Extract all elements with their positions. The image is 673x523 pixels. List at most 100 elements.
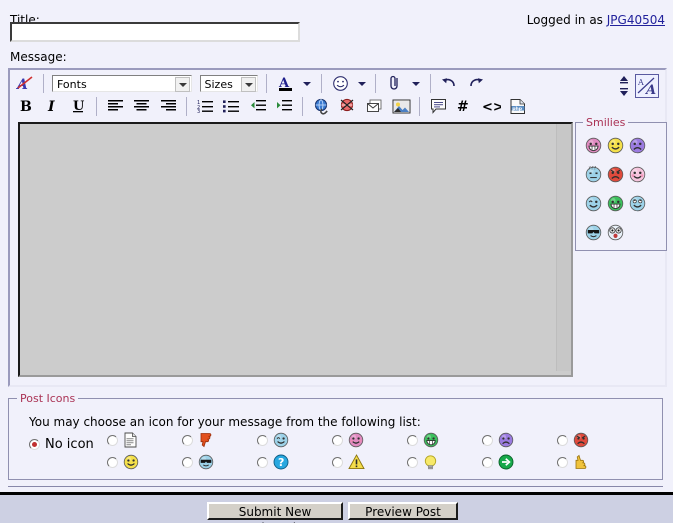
blush-icon[interactable] (348, 432, 364, 448)
bold-icon[interactable]: B (14, 96, 36, 117)
post-icon-arrow[interactable] (482, 454, 557, 476)
smilie-big-grin[interactable] (582, 137, 604, 163)
post-icon-redface[interactable] (332, 432, 407, 454)
smilie-redface[interactable] (626, 166, 648, 192)
post-icon-option-none[interactable]: No icon (29, 437, 94, 452)
smilie-frown[interactable] (626, 137, 648, 163)
cool-icon[interactable] (198, 454, 214, 470)
broken-link-icon[interactable] (337, 96, 359, 117)
radio-wink[interactable] (257, 434, 268, 446)
message-scrollbar[interactable] (556, 124, 571, 371)
unordered-list-icon[interactable] (221, 96, 243, 117)
post-icon-thumbsup[interactable] (557, 454, 632, 476)
post-icon-post[interactable] (107, 432, 182, 454)
underline-icon[interactable]: U (67, 96, 89, 117)
ordered-list-icon[interactable]: 1 2 3 (194, 96, 216, 117)
question-icon[interactable]: ? (273, 454, 289, 470)
message-textarea[interactable] (18, 122, 573, 377)
align-center-icon[interactable] (131, 96, 153, 117)
indent-icon[interactable] (274, 96, 296, 117)
editor-resize-spinner[interactable] (617, 74, 631, 98)
paperclip-icon[interactable] (384, 73, 406, 94)
fonts-select[interactable]: Fonts (52, 75, 192, 92)
smilie-icon[interactable] (329, 73, 351, 94)
smilie-wink[interactable] (582, 195, 604, 221)
radio-teeth[interactable] (407, 434, 418, 446)
document-icon[interactable] (123, 432, 138, 448)
toggle-editor-mode-button[interactable]: A A (635, 74, 659, 98)
post-icon-thumbsdown[interactable] (182, 432, 257, 454)
radio-cool[interactable] (182, 456, 193, 468)
radio-frown[interactable] (482, 434, 493, 446)
post-icon-smile[interactable] (107, 454, 182, 476)
smilie-rolleyes[interactable] (626, 195, 648, 221)
toolbar-row-2: B I U 1 2 3 # <> php (14, 96, 530, 118)
post-icon-question[interactable]: ? (257, 454, 332, 476)
php-icon[interactable]: php (507, 96, 529, 117)
image-icon[interactable] (390, 96, 412, 117)
smilie-cool[interactable] (582, 224, 604, 250)
post-icon-column: ? (257, 432, 332, 476)
radio-no-icon[interactable] (29, 439, 40, 450)
post-icons-legend: Post Icons (17, 392, 79, 405)
smilie-smile[interactable] (604, 137, 626, 163)
footer-divider (8, 486, 663, 487)
smilie-confused[interactable]: ??? (582, 166, 604, 192)
undo-icon[interactable] (438, 73, 460, 94)
email-icon[interactable] (364, 96, 386, 117)
green-arrow-icon[interactable] (498, 454, 514, 470)
post-icon-biggrin[interactable] (407, 432, 482, 454)
align-right-icon[interactable] (157, 96, 179, 117)
logged-in-username-link[interactable]: JPG40504 (607, 13, 665, 27)
radio-thumbs-up[interactable] (557, 456, 568, 468)
smilie-eek[interactable] (604, 224, 626, 250)
frown-icon[interactable] (498, 432, 514, 448)
thumbs-down-icon[interactable] (198, 433, 214, 448)
post-icon-frown[interactable] (482, 432, 557, 454)
sizes-select[interactable]: Sizes (199, 75, 258, 92)
redo-icon[interactable] (465, 73, 487, 94)
radio-thumbs-down[interactable] (182, 434, 193, 446)
outdent-icon[interactable] (247, 96, 269, 117)
font-color-chevron-down-icon[interactable] (301, 73, 313, 94)
attachment-chevron-down-icon[interactable] (410, 73, 422, 94)
post-icon-wink[interactable] (257, 432, 332, 454)
thumbs-up-icon[interactable] (573, 454, 589, 469)
hash-icon[interactable]: # (454, 96, 476, 117)
align-left-icon[interactable] (104, 96, 126, 117)
radio-blush[interactable] (332, 434, 343, 446)
globe-link-icon[interactable] (311, 96, 333, 117)
quote-icon[interactable] (427, 96, 449, 117)
smilie-biggrin[interactable] (604, 195, 626, 221)
angle-brackets-icon[interactable]: <> (480, 96, 502, 117)
radio-green-arrow[interactable] (482, 456, 493, 468)
lightbulb-icon[interactable] (423, 455, 438, 470)
toolbar-separator (320, 74, 323, 93)
footer-bar: Submit New Thread Preview Post (0, 492, 673, 523)
italic-icon[interactable]: I (41, 96, 63, 117)
radio-lightbulb[interactable] (407, 457, 418, 468)
mad-icon[interactable] (573, 432, 589, 448)
remove-formatting-icon[interactable]: A (14, 73, 36, 94)
radio-smile[interactable] (107, 456, 118, 468)
preview-post-button[interactable]: Preview Post (348, 502, 458, 520)
radio-warning[interactable] (332, 456, 343, 468)
wink-icon[interactable] (273, 432, 289, 448)
radio-mad[interactable] (557, 434, 568, 446)
radio-question[interactable] (257, 456, 268, 468)
post-icon-exclaim[interactable] (332, 454, 407, 476)
toolbar-separator (266, 74, 268, 93)
title-input[interactable] (10, 22, 300, 42)
post-icon-cool[interactable] (182, 454, 257, 476)
teeth-icon[interactable] (423, 432, 439, 448)
post-icon-mad[interactable] (557, 432, 632, 454)
smilies-grid: ??? (582, 137, 662, 253)
post-icon-idea[interactable] (407, 454, 482, 476)
radio-document[interactable] (107, 434, 118, 446)
submit-new-thread-button[interactable]: Submit New Thread (207, 502, 343, 523)
warning-icon[interactable] (348, 454, 365, 470)
smilie-chevron-down-icon[interactable] (356, 73, 368, 94)
font-color-icon[interactable]: A (275, 73, 297, 94)
smilie-mad[interactable] (604, 166, 626, 192)
smile-icon[interactable] (123, 454, 139, 470)
